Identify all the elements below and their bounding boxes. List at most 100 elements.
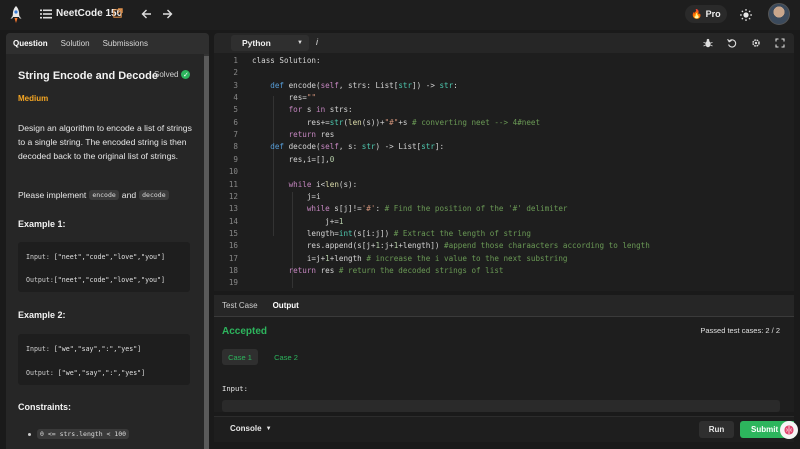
code-token: :j+ bbox=[380, 241, 394, 251]
language-select[interactable]: Python ▼ bbox=[231, 35, 309, 51]
example-2-input: Input: ["we","say",":","yes"] bbox=[26, 345, 142, 353]
brain-icon[interactable] bbox=[780, 421, 798, 439]
question-tabs: Question Solution Submissions bbox=[6, 33, 209, 54]
pro-button[interactable]: 🔥 Pro bbox=[685, 5, 727, 23]
code-line[interactable]: 6 res+=str(len(s))+"#"+s # converting ne… bbox=[214, 118, 794, 130]
code-token: for bbox=[252, 105, 307, 115]
code-line[interactable]: 13 while s[j]!='#': # Find the position … bbox=[214, 204, 794, 216]
code-token: self bbox=[320, 80, 339, 90]
constraint-item: 0 <= strs.length < 100 bbox=[28, 429, 130, 439]
difficulty-label: Medium bbox=[18, 94, 49, 103]
code-text: res="" bbox=[252, 93, 316, 102]
code-token: str bbox=[439, 80, 454, 90]
code-text: j=i bbox=[252, 192, 321, 201]
code-line[interactable]: 1 class Solution: bbox=[214, 56, 794, 68]
code-text: return res # return the decoded strings … bbox=[252, 265, 504, 275]
code-token: # Find the position of the '#' delimiter bbox=[384, 204, 568, 214]
code-token: (s): bbox=[338, 179, 358, 189]
example-2-output: Output: ["we","say",":","yes"] bbox=[26, 369, 146, 377]
line-number: 14 bbox=[228, 216, 238, 226]
console-button[interactable]: Console ▼ bbox=[230, 424, 272, 433]
code-line[interactable]: 10 bbox=[214, 167, 794, 179]
code-area[interactable]: 1 class Solution: 2 3 def encode(self, strs… bbox=[214, 53, 794, 291]
rocket-logo-icon[interactable] bbox=[8, 5, 24, 25]
question-scrollbar[interactable] bbox=[204, 54, 209, 449]
code-line[interactable]: 15 length=int(s[i:j]) # Extract the leng… bbox=[214, 229, 794, 241]
tab-output[interactable]: Output bbox=[273, 301, 299, 310]
code-token: len bbox=[325, 179, 339, 189]
code-line[interactable]: 7 return res bbox=[214, 130, 794, 142]
code-line[interactable]: 18 return res # return the decoded strin… bbox=[214, 266, 794, 278]
fullscreen-icon[interactable] bbox=[775, 38, 785, 48]
question-panel: Question Solution Submissions String Enc… bbox=[6, 33, 209, 449]
example-1-input: Input: ["neet","code","love","you"] bbox=[26, 253, 165, 261]
top-bar: NeetCode 150 🔥 Pro bbox=[0, 0, 800, 30]
arrow-right-icon[interactable] bbox=[160, 6, 174, 22]
input-value-box bbox=[222, 400, 780, 412]
code-line[interactable]: 4 res="" bbox=[214, 93, 794, 105]
line-number: 1 bbox=[233, 56, 238, 65]
code-token: j+= bbox=[252, 216, 339, 226]
code-token: decode( bbox=[288, 142, 321, 152]
line-number: 7 bbox=[233, 130, 238, 140]
example-1-box: Input: ["neet","code","love","you"] Outp… bbox=[18, 242, 190, 292]
code-token: return bbox=[252, 130, 321, 140]
case-2-button[interactable]: Case 2 bbox=[268, 349, 304, 365]
line-number: 6 bbox=[233, 117, 238, 127]
code-token: ]) -> bbox=[412, 80, 440, 90]
code-token: while bbox=[252, 179, 317, 189]
code-token: s bbox=[306, 105, 317, 115]
check-circle-icon: ✓ bbox=[181, 70, 191, 79]
info-icon[interactable]: i bbox=[312, 37, 322, 49]
code-line[interactable]: 16 res.append(s[j+1:j+1+length]) #append… bbox=[214, 241, 794, 253]
output-panel: Test Case Output Accepted Passed test ca… bbox=[214, 295, 794, 412]
output-tabs: Test Case Output bbox=[214, 295, 794, 316]
code-line[interactable]: 17 i=j+1+length # increase the i value t… bbox=[214, 254, 794, 266]
code-line[interactable]: 11 while i<len(s): bbox=[214, 180, 794, 192]
reset-icon[interactable] bbox=[727, 38, 737, 48]
run-button[interactable]: Run bbox=[699, 421, 734, 438]
line-number: 10 bbox=[228, 167, 238, 177]
code-token: # converting neet --> 4#neet bbox=[412, 117, 541, 127]
tab-question[interactable]: Question bbox=[13, 39, 48, 48]
case-1-button[interactable]: Case 1 bbox=[222, 349, 258, 365]
code-line[interactable]: 19 bbox=[214, 278, 794, 290]
code-line[interactable]: 12 j=i bbox=[214, 192, 794, 204]
code-text: return res bbox=[252, 130, 335, 140]
code-token: in bbox=[316, 105, 330, 115]
code-text: while i<len(s): bbox=[252, 179, 358, 189]
line-number: 15 bbox=[228, 228, 238, 238]
line-number: 17 bbox=[228, 253, 238, 263]
code-line[interactable]: 8 def decode(self, s: str) -> List[str]: bbox=[214, 142, 794, 154]
code-line[interactable]: 3 def encode(self, strs: List[str]) -> s… bbox=[214, 81, 794, 93]
bug-icon[interactable] bbox=[703, 38, 713, 48]
line-number: 18 bbox=[228, 265, 238, 275]
code-token: # increase the i value to the next subst… bbox=[366, 253, 568, 263]
code-line[interactable]: 5 for s in strs: bbox=[214, 105, 794, 117]
tab-submissions[interactable]: Submissions bbox=[103, 39, 148, 48]
code-token: +length]) bbox=[398, 241, 445, 251]
sun-icon[interactable] bbox=[740, 9, 752, 21]
code-token: s[j]!= bbox=[334, 204, 362, 214]
example-2-title: Example 2: bbox=[18, 310, 66, 320]
code-token: # return the decoded strings of list bbox=[338, 265, 504, 275]
code-line[interactable]: 14 j+=1 bbox=[214, 217, 794, 229]
tab-solution[interactable]: Solution bbox=[61, 39, 90, 48]
decode-tag: decode bbox=[139, 190, 169, 200]
passed-test-cases: Passed test cases: 2 / 2 bbox=[700, 326, 780, 335]
gear-icon[interactable] bbox=[751, 38, 761, 48]
tab-test-case[interactable]: Test Case bbox=[222, 301, 258, 310]
line-number: 13 bbox=[228, 204, 238, 214]
code-token: def bbox=[252, 142, 289, 152]
bottom-bar: Console ▼ Run Submit bbox=[214, 416, 794, 442]
code-line[interactable]: 9 res,i=[],0 bbox=[214, 155, 794, 167]
code-line[interactable]: 2 bbox=[214, 68, 794, 80]
arrow-left-icon[interactable] bbox=[140, 6, 154, 22]
code-token: +s bbox=[398, 117, 413, 127]
user-avatar[interactable] bbox=[768, 3, 790, 25]
scrollbar-thumb[interactable] bbox=[204, 56, 209, 449]
external-link-icon[interactable] bbox=[113, 8, 123, 18]
code-token: "" bbox=[306, 93, 317, 103]
implement-prefix: Please implement bbox=[18, 190, 87, 200]
list-icon[interactable] bbox=[40, 9, 52, 19]
